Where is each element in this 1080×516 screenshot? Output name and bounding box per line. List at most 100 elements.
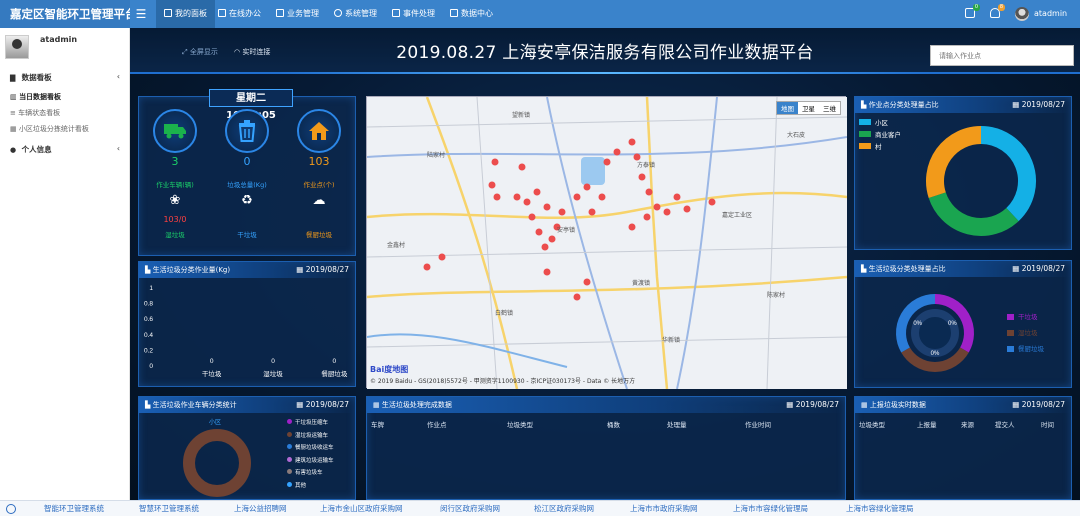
calendar-icon <box>392 9 400 17</box>
data-label: 0 <box>210 358 214 365</box>
legend-item[interactable]: 其他 <box>287 480 334 493</box>
sidebar-item-label: 车辆状态看板 <box>18 109 61 117</box>
panel-title: 作业点分类处理量占比 <box>868 101 939 109</box>
legend-item[interactable]: 餐厨垃圾收运车 <box>287 442 334 455</box>
menu-toggle-icon[interactable]: ☰ <box>134 7 148 21</box>
legend-item[interactable]: 有害垃圾车 <box>287 467 334 480</box>
footer-link[interactable]: 松江区政府采购网 <box>534 503 594 514</box>
legend-label: 干垃圾压缩车 <box>295 420 329 426</box>
column-header[interactable]: 时间 <box>1041 419 1054 429</box>
waste-total-label: 垃圾总量(Kg) <box>227 181 267 189</box>
legend-label: 其他 <box>295 482 307 489</box>
column-header[interactable]: 来源 <box>961 419 974 429</box>
map-place-label: 白鹤镇 <box>495 309 513 317</box>
dashboard: ⤢ 全屏显示 ◠ 实时连接 2019.08.27 上海安亭保洁服务有限公司作业数… <box>130 28 1080 500</box>
map-type-3d[interactable]: 三维 <box>819 102 840 114</box>
column-header[interactable]: 垃圾类型 <box>859 419 885 429</box>
panel-date: ▦ 2019/08/27 <box>296 397 349 413</box>
nav-dashboard[interactable]: 我的面板 <box>156 0 215 28</box>
trash-can-icon <box>225 109 269 153</box>
footer-link[interactable]: 智慧环卫管理系统 <box>139 503 199 514</box>
wet-waste-label: 湿垃圾 <box>165 231 185 239</box>
nav-events[interactable]: 事件处理 <box>384 0 443 28</box>
map-type-map[interactable]: 地图 <box>777 102 798 114</box>
kitchen-waste-label: 餐厨垃圾 <box>306 231 332 239</box>
sidebar-item-community-sort[interactable]: ▦ 小区垃圾分拣统计看板 <box>10 124 89 134</box>
footer-link[interactable]: 上海公益招聘网 <box>234 503 287 514</box>
grid-icon: ▦ <box>861 401 870 409</box>
nav-data-center[interactable]: 数据中心 <box>442 0 501 28</box>
footer-link[interactable]: 智能环卫管理系统 <box>44 503 104 514</box>
legend-swatch <box>287 419 292 424</box>
chart-icon: ▥ <box>10 93 20 101</box>
sidebar-section-dashboard[interactable]: ▇ 数据看板 ‹ <box>0 72 130 83</box>
footer-link[interactable]: 上海市市容绿化管理局 <box>733 503 808 514</box>
date-label: 2019/08/27 <box>1021 264 1065 273</box>
y-tick-label: 1 <box>149 285 153 292</box>
map-canvas[interactable]: 望新镇 方泰镇 黄渡镇 白鹤镇 华新镇 安亭镇 嘉定工业区 金鑫村 陆家村 陈家… <box>367 97 847 389</box>
nav-office[interactable]: 在线办公 <box>210 0 269 28</box>
trash-processing-panel: ▦ 生活垃圾处理完成数据 ▦ 2019/08/27 车牌 作业点 垃圾类型 桶数… <box>366 396 846 500</box>
footer-link[interactable]: 闵行区政府采购网 <box>440 503 500 514</box>
map-type-satellite[interactable]: 卫星 <box>798 102 819 114</box>
column-header[interactable]: 提交人 <box>995 419 1015 429</box>
footer-link[interactable]: 上海市市政府采购网 <box>630 503 698 514</box>
app-title[interactable]: 嘉定区智能环卫管理平台 <box>0 0 130 28</box>
column-header[interactable]: 作业时间 <box>745 419 771 429</box>
panel-title: 生活垃圾作业车辆分类统计 <box>152 401 237 409</box>
nav-label: 系统管理 <box>345 9 377 18</box>
search-input[interactable] <box>930 45 1074 66</box>
nav-business[interactable]: 业务管理 <box>268 0 327 28</box>
avatar <box>5 35 29 59</box>
footer-link[interactable]: 上海市容绿化管理局 <box>846 503 914 514</box>
date-label: 2019/08/27 <box>1021 100 1065 109</box>
panel-title: 生活垃圾分类作业量(Kg) <box>152 266 231 274</box>
chart-icon: ▙ <box>861 101 869 109</box>
y-tick-label: 0.4 <box>144 332 153 339</box>
gear-icon <box>334 9 342 17</box>
sidebar-item-vehicle-status[interactable]: ≡ 车辆状态看板 <box>10 108 60 118</box>
legend-label: 有害垃圾车 <box>295 470 323 476</box>
notification-badge: 8 <box>997 4 1005 11</box>
chevron-left-icon: ‹ <box>116 144 120 153</box>
panel-title: 上报垃圾实时数据 <box>869 401 926 409</box>
footer-link[interactable]: 上海市金山区政府采购网 <box>320 503 403 514</box>
nav-system[interactable]: 系统管理 <box>326 0 385 28</box>
y-tick-label: 0.2 <box>144 347 153 354</box>
sidebar-item-label: 当日数据看板 <box>19 93 62 101</box>
x-tick-label: 餐厨垃圾 <box>321 369 348 378</box>
sidebar: atadmin ▇ 数据看板 ‹ ▥ 当日数据看板 ≡ 车辆状态看板 ▦ 小区垃… <box>0 28 130 500</box>
waste-category-donut: 0% 0% 0% 干垃圾湿垃圾餐厨垃圾 <box>896 294 1045 372</box>
column-header[interactable]: 处理量 <box>667 419 687 429</box>
column-header[interactable]: 桶数 <box>607 419 620 429</box>
legend-item[interactable]: 干垃圾压缩车 <box>287 417 334 430</box>
legend-item[interactable]: 湿垃圾运输车 <box>287 430 334 443</box>
map-panel[interactable]: 望新镇 方泰镇 黄渡镇 白鹤镇 华新镇 安亭镇 嘉定工业区 金鑫村 陆家村 陈家… <box>366 96 847 389</box>
sidebar-section-profile[interactable]: ● 个人信息 ‹ <box>0 144 130 155</box>
chart-icon: ▙ <box>145 401 153 409</box>
column-header[interactable]: 上报量 <box>917 419 937 429</box>
grid-icon: ▦ <box>373 401 382 409</box>
avatar[interactable] <box>1015 7 1029 21</box>
bell-icon[interactable]: 8 <box>990 4 1005 18</box>
column-header[interactable]: 车牌 <box>371 419 384 429</box>
user-menu[interactable]: atadmin <box>1034 0 1067 28</box>
data-label: 0% <box>913 321 922 327</box>
legend-label: 湿垃圾运输车 <box>295 432 329 439</box>
legend-label: 干垃圾 <box>1018 312 1038 321</box>
panel-date: ▦ 2019/08/27 <box>296 262 349 278</box>
column-header[interactable]: 作业点 <box>427 419 447 429</box>
sidebar-section-label: 个人信息 <box>21 145 52 154</box>
search-icon[interactable] <box>6 504 16 514</box>
donut-inner-ring <box>911 309 959 357</box>
map-place-label: 黄渡镇 <box>632 279 650 287</box>
legend-item[interactable]: 建筑垃圾运输车 <box>287 455 334 468</box>
sidebar-item-daily-dashboard[interactable]: ▥ 当日数据看板 <box>10 92 61 102</box>
y-tick-label: 0 <box>149 363 153 370</box>
map-place-label: 嘉定工业区 <box>722 211 752 219</box>
wet-waste-value: 103/0 <box>163 215 187 224</box>
column-header[interactable]: 垃圾类型 <box>507 419 533 429</box>
sidebar-username: atadmin <box>40 35 78 44</box>
mail-icon[interactable]: 0 <box>965 4 980 18</box>
map-type-switch[interactable]: 地图 卫星 三维 <box>776 101 841 115</box>
